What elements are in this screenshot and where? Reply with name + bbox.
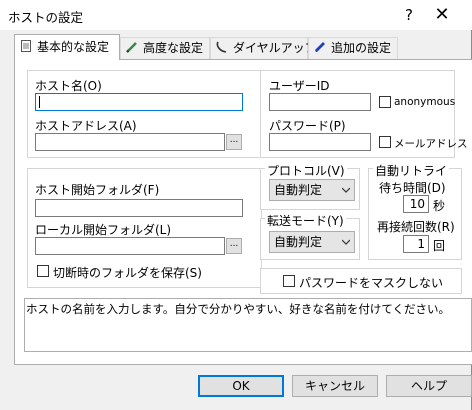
- tab-basic-settings[interactable]: 基本的な設定: [14, 34, 120, 60]
- host-start-folder-input[interactable]: [35, 199, 243, 217]
- host-address-browse-button[interactable]: ...: [226, 134, 242, 150]
- tab-label: 追加の設定: [331, 41, 392, 55]
- user-id-input[interactable]: [269, 93, 371, 111]
- transfer-mode-value: 自動判定: [274, 235, 323, 249]
- protocol-label: プロトコル(V): [265, 162, 347, 179]
- close-button[interactable]: ✕: [424, 0, 460, 30]
- host-name-label: ホスト名(O): [35, 79, 102, 93]
- help-button[interactable]: ヘルプ: [386, 375, 472, 397]
- auto-retry-label: 自動リトライ: [373, 162, 450, 179]
- chevron-down-icon: [342, 239, 350, 245]
- password-label: パスワード(P): [269, 119, 346, 133]
- anonymous-label: anonymous: [394, 96, 456, 108]
- host-name-input[interactable]: [35, 93, 243, 111]
- document-icon: [19, 37, 33, 52]
- wait-time-label: 待ち時間(D): [379, 181, 446, 195]
- local-start-folder-label: ローカル開始フォルダ(L): [35, 223, 172, 237]
- protocol-value: 自動判定: [274, 183, 323, 197]
- user-id-label: ユーザーID: [269, 79, 330, 93]
- title-bar: ホストの設定 ? ✕: [0, 0, 472, 30]
- reconnect-count-unit: 回: [433, 239, 446, 253]
- mask-password-label: パスワードをマスクしない: [299, 276, 444, 290]
- tab-label: 基本的な設定: [37, 40, 110, 54]
- host-start-folder-label: ホスト開始フォルダ(F): [35, 183, 160, 197]
- reconnect-count-input[interactable]: 1: [403, 235, 429, 253]
- transfer-mode-select[interactable]: 自動判定: [269, 231, 355, 253]
- protocol-select[interactable]: 自動判定: [269, 179, 355, 201]
- reconnect-count-label: 再接続回数(R): [377, 220, 455, 234]
- chevron-down-icon: [342, 187, 350, 193]
- ok-button[interactable]: OK: [198, 375, 284, 397]
- local-folder-browse-button[interactable]: ...: [226, 238, 242, 254]
- host-address-label: ホストアドレス(A): [35, 119, 137, 133]
- save-folder-label: 切断時のフォルダを保存(S): [53, 266, 202, 280]
- pen-icon: [125, 40, 139, 54]
- cancel-button[interactable]: キャンセル: [292, 375, 378, 397]
- wait-time-input[interactable]: 10: [403, 195, 429, 213]
- mail-address-checkbox[interactable]: [379, 136, 391, 148]
- tab-label: 高度な設定: [143, 41, 204, 55]
- tab-dialup[interactable]: ダイヤルアップ: [210, 37, 317, 59]
- tab-label: ダイヤルアップ: [233, 41, 317, 55]
- wait-time-unit: 秒: [433, 199, 446, 213]
- anonymous-checkbox[interactable]: [379, 96, 391, 108]
- tab-advanced-settings[interactable]: 高度な設定: [120, 37, 210, 59]
- save-folder-checkbox[interactable]: [37, 265, 49, 277]
- help-title-button[interactable]: ?: [391, 0, 427, 30]
- host-settings-dialog: ホストの設定 ? ✕ 基本的な設定 高度な設定 ダイヤルアップ 追加の設定 ホス…: [0, 0, 472, 410]
- phone-icon: [215, 40, 229, 54]
- local-start-folder-input[interactable]: [35, 237, 225, 255]
- mask-password-checkbox[interactable]: [283, 275, 295, 287]
- mail-address-label: メールアドレス: [394, 138, 468, 150]
- window-title: ホストの設定: [8, 10, 84, 25]
- fountain-pen-icon: [313, 40, 327, 54]
- transfer-mode-label: 転送モード(Y): [265, 212, 346, 229]
- description-box: ホストの名前を入力します。自分で分かりやすい、好きな名前を付けてください。: [24, 298, 472, 352]
- tab-additional-settings[interactable]: 追加の設定: [308, 37, 398, 59]
- password-input[interactable]: [269, 133, 371, 151]
- host-address-input[interactable]: [35, 133, 225, 151]
